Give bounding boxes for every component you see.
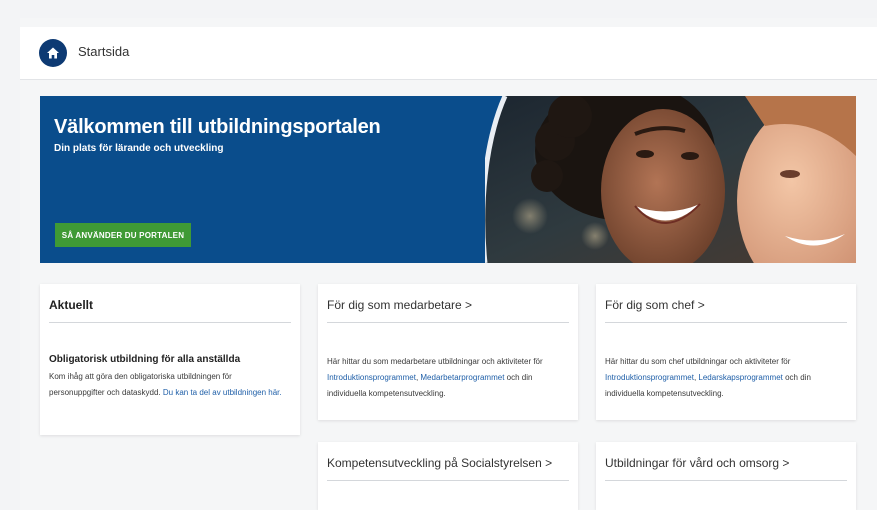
employee-card-text: Här hittar du som medarbetare utbildning… [327, 354, 572, 402]
how-to-use-portal-button[interactable]: SÅ ANVÄNDER DU PORTALEN [55, 223, 191, 247]
care-card-title[interactable]: Utbildningar för vård och omsorg > [605, 456, 789, 470]
competence-card[interactable]: Kompetensutveckling på Socialstyrelsen > [318, 442, 578, 510]
employee-program-link[interactable]: Medarbetarprogrammet [420, 373, 504, 382]
hero-subtitle: Din plats för lärande och utveckling [54, 143, 224, 154]
competence-card-title[interactable]: Kompetensutveckling på Socialstyrelsen > [327, 456, 552, 470]
page: Startsida Välkommen till utbildningsport… [20, 18, 877, 510]
intro-program-link[interactable]: Introduktionsprogrammet [327, 373, 416, 382]
manager-card-title[interactable]: För dig som chef > [605, 298, 705, 312]
news-item-link[interactable]: Du kan ta del av utbildningen här. [163, 388, 282, 397]
divider [605, 322, 847, 323]
page-title: Startsida [78, 44, 130, 59]
divider [49, 322, 291, 323]
care-card[interactable]: Utbildningar för vård och omsorg > [596, 442, 856, 510]
divider [327, 322, 569, 323]
intro-program-link[interactable]: Introduktionsprogrammet [605, 373, 694, 382]
news-item-text: Kom ihåg att göra den obligatoriska utbi… [49, 369, 289, 401]
employee-card[interactable]: För dig som medarbetare > Här hittar du … [318, 284, 578, 420]
home-button[interactable] [39, 39, 67, 67]
employee-card-body: Här hittar du som medarbetare utbildning… [327, 357, 543, 366]
news-card: Aktuellt Obligatorisk utbildning för all… [40, 284, 300, 435]
home-icon [47, 47, 59, 59]
news-card-title: Aktuellt [49, 298, 94, 312]
hero-banner: Välkommen till utbildningsportalen Din p… [40, 96, 856, 263]
manager-card-body: Här hittar du som chef utbildningar och … [605, 357, 791, 366]
employee-card-title[interactable]: För dig som medarbetare > [327, 298, 472, 312]
leadership-program-link[interactable]: Ledarskapsprogrammet [698, 373, 782, 382]
manager-card[interactable]: För dig som chef > Här hittar du som che… [596, 284, 856, 420]
news-item-heading: Obligatorisk utbildning för alla anställ… [49, 354, 241, 365]
divider [327, 480, 569, 481]
header-bar: Startsida [20, 27, 877, 80]
divider [605, 480, 847, 481]
manager-card-text: Här hittar du som chef utbildningar och … [605, 354, 850, 402]
hero-title: Välkommen till utbildningsportalen [54, 116, 381, 138]
hero-photo [485, 96, 856, 263]
